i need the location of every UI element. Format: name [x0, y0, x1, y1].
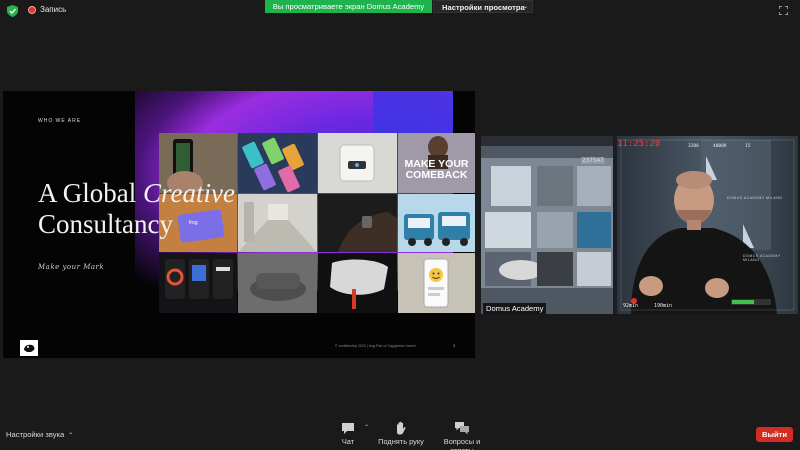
- chat-label: Чат: [341, 437, 355, 446]
- frog-logo: [20, 340, 38, 356]
- tile-phones-dark: [159, 253, 237, 313]
- tile-helmet: [318, 253, 397, 313]
- view-options-button[interactable]: Настройки просмотра ⌄: [433, 0, 533, 13]
- camera-counter: 237547: [581, 157, 605, 164]
- recording-dot-icon: [28, 5, 36, 14]
- tile-product-gray: [238, 253, 317, 313]
- slide-section-label: WHO WE ARE: [38, 118, 82, 124]
- shared-screen[interactable]: WHO WE ARE A Global Creative Consultancy…: [3, 91, 475, 358]
- view-options-label: Настройки просмотра: [442, 3, 525, 12]
- security-shield-icon[interactable]: [7, 5, 18, 17]
- slide-headline: A Global Creative Consultancy: [38, 178, 268, 240]
- leave-button[interactable]: Выйти: [756, 427, 793, 442]
- headline-regular: A Global: [38, 178, 143, 208]
- tile-delivery-vans: [398, 194, 475, 252]
- camera-bottom-right: 190min: [654, 303, 673, 309]
- participant-name-tag: Domus Academy: [483, 303, 547, 314]
- headline-italic: Creative: [143, 178, 235, 208]
- camera-stat-iso: 3200: [688, 144, 699, 149]
- camera-timecode: 11:25:20: [617, 139, 661, 149]
- recording-label: Запись: [40, 5, 67, 14]
- raise-hand-label: Поднять руку: [378, 437, 424, 446]
- slide-gradient-accent: [373, 91, 453, 136]
- qa-icon: [455, 422, 469, 435]
- slide-footer-text: © confidential 2023 | frog Part of Capge…: [335, 344, 416, 348]
- tile-device: [318, 133, 397, 193]
- top-bar: Запись Вы просматриваете экран Domus Aca…: [0, 0, 800, 22]
- chevron-down-icon: ⌄: [522, 4, 528, 10]
- tile-make-your-comeback: MAKE YOUR COMEBACK: [398, 133, 475, 193]
- qa-button[interactable]: Вопросы и ответы: [431, 421, 493, 450]
- qa-label: Вопросы и ответы: [443, 437, 481, 450]
- participant-video[interactable]: DOMUS ACADEMY MILANO DOMUS ACADEMY MILAN…: [481, 136, 798, 314]
- camera-stat-fps: 15: [745, 144, 751, 149]
- chat-options-caret-icon[interactable]: ⌃: [364, 424, 369, 431]
- raise-hand-icon: [397, 421, 406, 435]
- tile-hand-watch: [318, 194, 397, 252]
- chat-icon: [342, 423, 354, 434]
- camera-bottom-left: 92min: [623, 303, 639, 309]
- chevron-up-icon: ⌃: [68, 433, 74, 439]
- tile-emoji-app: [398, 253, 475, 313]
- chat-button[interactable]: Чат: [337, 421, 359, 446]
- wall-text-bottom: DOMUS ACADEMY MILANO: [743, 254, 781, 262]
- audio-settings-label: Настройки звука: [6, 430, 65, 439]
- recording-indicator[interactable]: Запись: [28, 5, 66, 14]
- slide-page-number: 3: [453, 343, 456, 348]
- raise-hand-button[interactable]: Поднять руку: [378, 421, 424, 446]
- audio-settings-button[interactable]: Настройки звука ⌃: [6, 430, 73, 439]
- fullscreen-icon[interactable]: [779, 6, 788, 15]
- wall-text-top: DOMUS ACADEMY MILANO: [727, 196, 783, 200]
- screen-share-banner: Вы просматриваете экран Domus Academy: [265, 0, 432, 13]
- slide-signature: Make your Mark: [38, 263, 105, 271]
- headline-line2: Consultancy: [38, 209, 173, 239]
- video-feed: [481, 136, 798, 314]
- comeback-text: MAKE YOUR COMEBACK: [404, 158, 469, 181]
- camera-stat-wb: 4000K: [713, 144, 727, 149]
